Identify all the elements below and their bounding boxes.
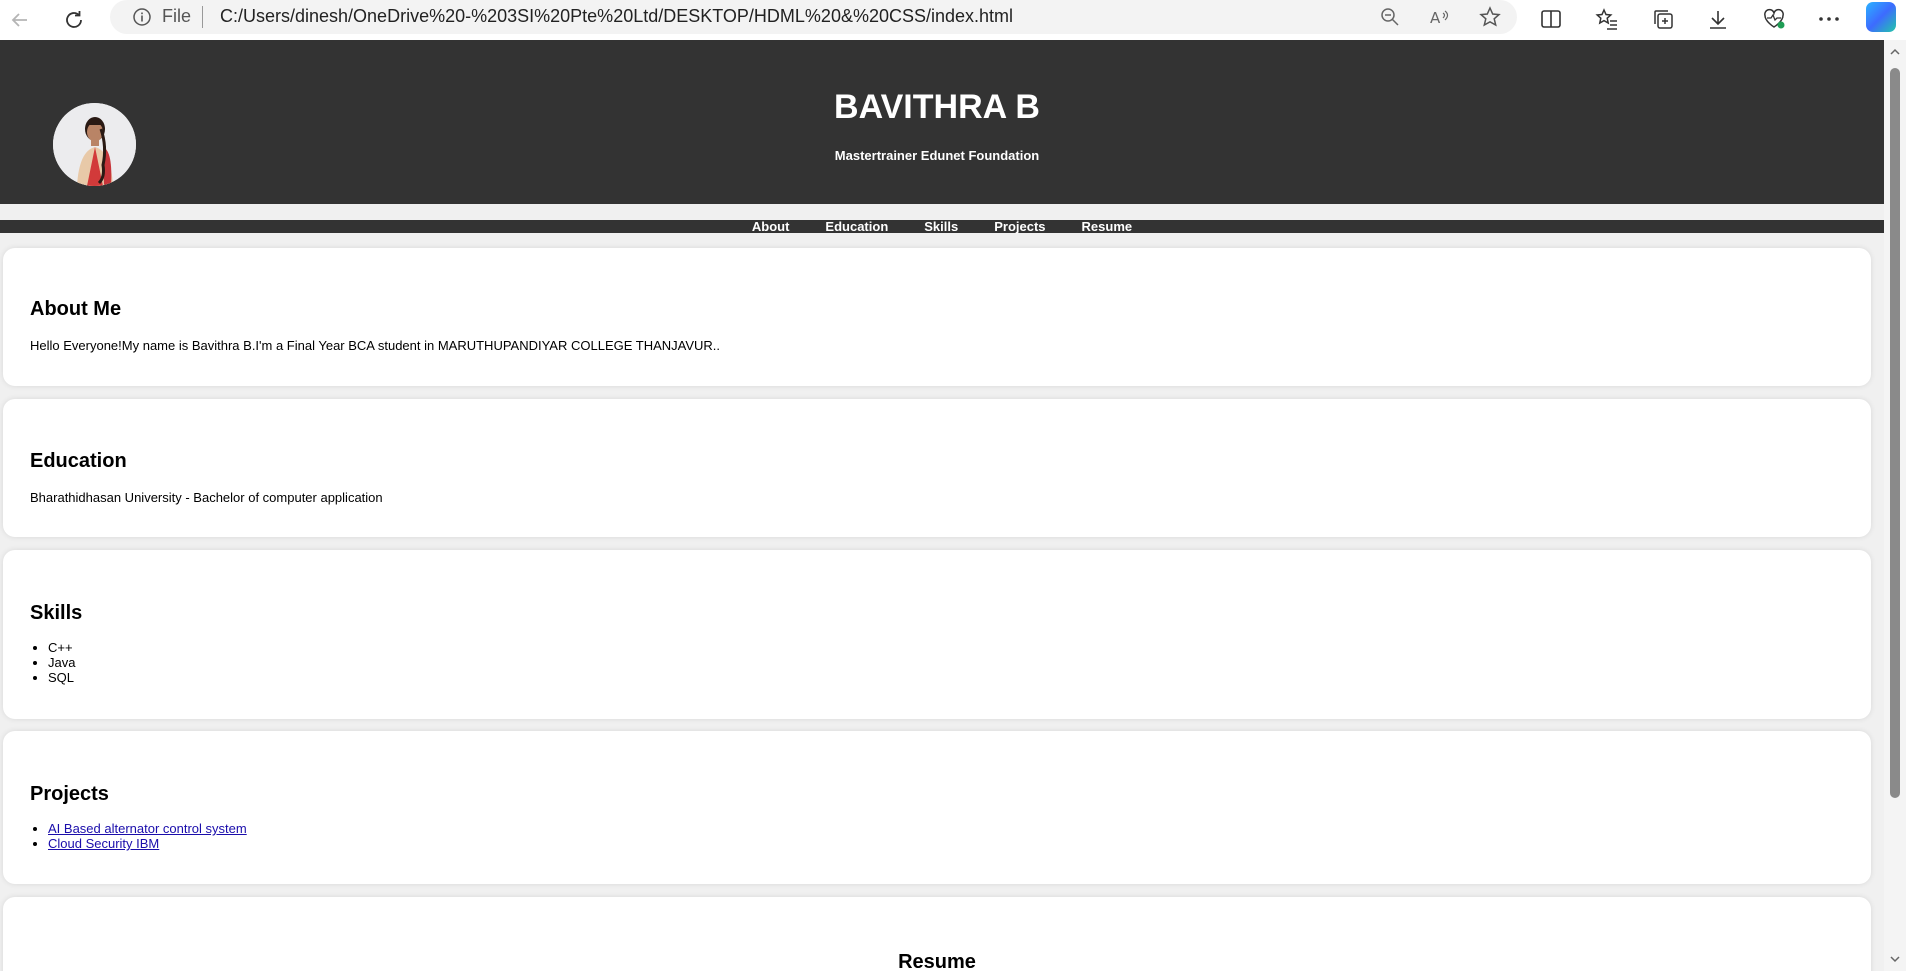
split-screen-icon: [1541, 10, 1561, 28]
info-icon[interactable]: [132, 7, 152, 32]
site-tagline: Mastertrainer Edunet Foundation: [834, 148, 1040, 163]
heart-pulse-icon: [1764, 8, 1785, 29]
scrollbar-thumb[interactable]: [1890, 68, 1900, 798]
nav-link-skills[interactable]: Skills: [906, 220, 976, 233]
nav-link-resume[interactable]: Resume: [1064, 220, 1151, 233]
browser-toolbar: File C:/Users/dinesh/OneDrive%20-%203SI%…: [0, 0, 1906, 40]
list-item: C++: [48, 640, 75, 655]
download-icon: [1710, 11, 1726, 29]
address-divider: [202, 6, 203, 28]
refresh-button[interactable]: [58, 5, 90, 35]
section-title: Projects: [30, 783, 109, 805]
main-nav: About Education Skills Projects Resume: [0, 220, 1884, 233]
back-arrow-icon: [11, 13, 27, 27]
downloads-button[interactable]: [1701, 4, 1735, 34]
page-viewport: BAVITHRA B Mastertrainer Edunet Foundati…: [0, 40, 1906, 971]
address-url[interactable]: C:/Users/dinesh/OneDrive%20-%203SI%20Pte…: [220, 6, 1013, 27]
back-button[interactable]: [4, 5, 36, 35]
projects-section: Projects AI Based alternator control sys…: [3, 731, 1871, 884]
project-link[interactable]: AI Based alternator control system: [48, 821, 247, 836]
copilot-icon[interactable]: [1866, 2, 1896, 32]
site-header: BAVITHRA B Mastertrainer Edunet Foundati…: [0, 40, 1884, 204]
resume-section: Resume: [3, 897, 1871, 971]
favorites-button[interactable]: [1590, 4, 1624, 34]
refresh-icon: [66, 11, 82, 28]
address-bar[interactable]: File C:/Users/dinesh/OneDrive%20-%203SI%…: [110, 0, 1517, 34]
read-aloud-icon[interactable]: A: [1425, 5, 1455, 29]
list-item: Java: [48, 655, 75, 670]
more-menu-button[interactable]: [1812, 4, 1846, 34]
nav-link-education[interactable]: Education: [807, 220, 906, 233]
scroll-down-arrow-icon[interactable]: [1889, 953, 1901, 965]
favorites-list-icon: [1595, 8, 1617, 30]
project-link[interactable]: Cloud Security IBM: [48, 836, 159, 851]
site-title: BAVITHRA B: [834, 88, 1040, 126]
skills-section: Skills C++ Java SQL: [3, 550, 1871, 719]
section-title: About Me: [30, 298, 122, 320]
about-text: Hello Everyone!My name is Bavithra B.I'm…: [30, 338, 721, 353]
address-scheme-label: File: [162, 6, 192, 26]
education-section: Education Bharathidhasan University - Ba…: [3, 399, 1871, 537]
svg-text:A: A: [1430, 9, 1441, 27]
nav-link-about[interactable]: About: [734, 220, 808, 233]
split-screen-button[interactable]: [1534, 4, 1568, 34]
collections-icon: [1654, 10, 1673, 29]
skills-list: C++ Java SQL: [48, 640, 75, 685]
more-dots-icon: [1819, 17, 1839, 21]
portfolio-page: BAVITHRA B Mastertrainer Edunet Foundati…: [0, 40, 1884, 971]
zoom-out-icon[interactable]: [1375, 5, 1405, 29]
list-item: Cloud Security IBM: [48, 836, 247, 851]
vertical-scrollbar[interactable]: [1884, 40, 1906, 971]
nav-link-projects[interactable]: Projects: [976, 220, 1063, 233]
section-title: Resume: [898, 951, 976, 971]
section-title: Education: [30, 450, 127, 472]
about-section: About Me Hello Everyone!My name is Bavit…: [3, 248, 1871, 386]
projects-list: AI Based alternator control system Cloud…: [48, 821, 247, 851]
collections-button[interactable]: [1646, 4, 1680, 34]
list-item: AI Based alternator control system: [48, 821, 247, 836]
list-item: SQL: [48, 670, 75, 685]
education-text: Bharathidhasan University - Bachelor of …: [30, 490, 383, 505]
browser-essentials-button[interactable]: [1757, 4, 1791, 34]
scroll-up-arrow-icon[interactable]: [1889, 46, 1901, 58]
section-title: Skills: [30, 602, 83, 624]
favorite-star-icon[interactable]: [1475, 5, 1505, 29]
